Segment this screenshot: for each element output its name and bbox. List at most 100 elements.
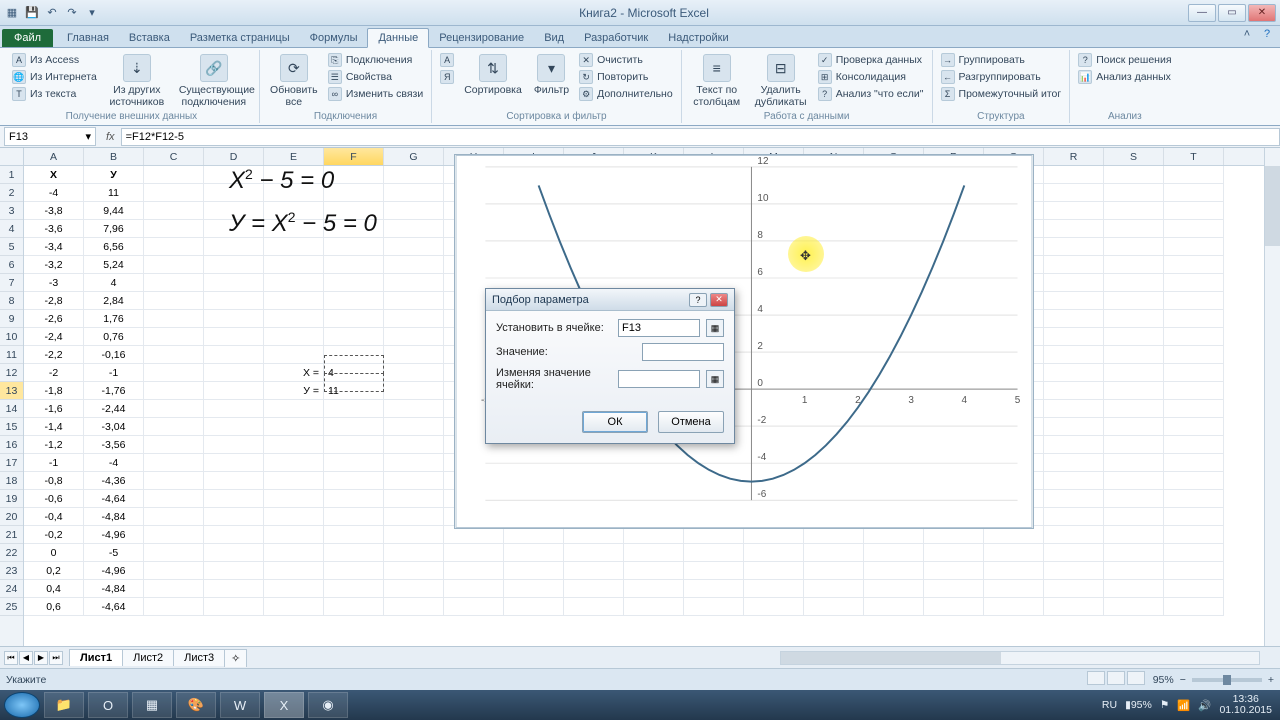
minimize-button[interactable]: — — [1188, 4, 1216, 22]
dialog-help-button[interactable]: ? — [689, 293, 707, 307]
text-to-columns-button[interactable]: ≡Текст по столбцам — [688, 52, 746, 110]
existing-connections-button[interactable]: 🔗Существующие подключения — [175, 52, 253, 110]
from-access-button[interactable]: AИз Access — [10, 52, 99, 68]
tab-formulas[interactable]: Формулы — [300, 29, 368, 47]
what-if-button[interactable]: ?Анализ "что если" — [816, 86, 926, 102]
redo-icon[interactable]: ↷ — [64, 5, 80, 21]
taskbar-excel[interactable]: X — [264, 692, 304, 718]
tab-addins[interactable]: Надстройки — [658, 29, 738, 47]
svg-text:2: 2 — [757, 341, 763, 352]
tab-data[interactable]: Данные — [367, 28, 429, 48]
tray-volume-icon[interactable]: 🔊 — [1198, 699, 1211, 712]
sheet-tab-3[interactable]: Лист3 — [173, 649, 225, 666]
zoom-level[interactable]: 95% — [1153, 674, 1174, 686]
sheet-nav-prev-icon[interactable]: ◀ — [19, 651, 33, 665]
sort-az-icon: A — [440, 53, 454, 67]
remove-duplicates-button[interactable]: ⊟Удалить дубликаты — [750, 52, 812, 110]
maximize-button[interactable]: ▭ — [1218, 4, 1246, 22]
data-analysis-button[interactable]: 📊Анализ данных — [1076, 69, 1173, 85]
changing-cell-input[interactable] — [618, 370, 700, 388]
taskbar-app1[interactable]: ▦ — [132, 692, 172, 718]
tray-flag-icon[interactable]: ⚑ — [1160, 699, 1169, 711]
solver-button[interactable]: ?Поиск решения — [1076, 52, 1173, 68]
tab-insert[interactable]: Вставка — [119, 29, 180, 47]
tab-developer[interactable]: Разработчик — [574, 29, 658, 47]
svg-text:3: 3 — [908, 395, 914, 406]
subtotal-button[interactable]: ΣПромежуточный итог — [939, 86, 1064, 102]
taskbar-chrome[interactable]: ◉ — [308, 692, 348, 718]
sheet-nav-first-icon[interactable]: ⏮ — [4, 651, 18, 665]
taskbar-word[interactable]: W — [220, 692, 260, 718]
analysis-icon: 📊 — [1078, 70, 1092, 84]
clear-filter-button[interactable]: ✕Очистить — [577, 52, 675, 68]
sheet-tab-bar: ⏮ ◀ ▶ ⏭ Лист1 Лист2 Лист3 ✧ — [0, 646, 1280, 668]
sort-az-button[interactable]: A — [438, 52, 456, 68]
links-icon: ∞ — [328, 87, 342, 101]
changing-cell-ref-button[interactable]: ▦ — [706, 370, 724, 388]
tray-date[interactable]: 01.10.2015 — [1219, 705, 1272, 716]
taskbar-paint[interactable]: 🎨 — [176, 692, 216, 718]
filter-button[interactable]: ▾Фильтр — [530, 52, 573, 98]
set-cell-input[interactable] — [618, 319, 700, 337]
save-icon[interactable]: 💾 — [24, 5, 40, 21]
excel-icon: ▦ — [4, 5, 20, 21]
qat-more-icon[interactable]: ▾ — [84, 5, 100, 21]
sheet-nav-next-icon[interactable]: ▶ — [34, 651, 48, 665]
reapply-button[interactable]: ↻Повторить — [577, 69, 675, 85]
sheet-tab-1[interactable]: Лист1 — [69, 649, 123, 666]
advanced-filter-button[interactable]: ⚙Дополнительно — [577, 86, 675, 102]
svg-text:-6: -6 — [757, 489, 766, 500]
close-button[interactable]: ✕ — [1248, 4, 1276, 22]
sheet-tab-2[interactable]: Лист2 — [122, 649, 174, 666]
vertical-scrollbar[interactable] — [1264, 148, 1280, 646]
zoom-in-icon[interactable]: + — [1268, 674, 1274, 686]
start-button[interactable] — [4, 692, 40, 718]
tab-page-layout[interactable]: Разметка страницы — [180, 29, 300, 47]
data-validation-button[interactable]: ✓Проверка данных — [816, 52, 926, 68]
namebox-dropdown-icon[interactable]: ▾ — [85, 130, 91, 143]
edit-links-button[interactable]: ∞Изменить связи — [326, 86, 425, 102]
from-other-sources-button[interactable]: ⇣Из других источников — [103, 52, 171, 110]
fx-icon[interactable]: fx — [100, 131, 121, 143]
ungroup-button[interactable]: ←Разгруппировать — [939, 69, 1064, 85]
consolidate-button[interactable]: ⊞Консолидация — [816, 69, 926, 85]
group-button[interactable]: →Группировать — [939, 52, 1064, 68]
taskbar-explorer[interactable]: 📁 — [44, 692, 84, 718]
view-buttons[interactable] — [1087, 671, 1147, 688]
cancel-button[interactable]: Отмена — [658, 411, 724, 433]
tab-view[interactable]: Вид — [534, 29, 574, 47]
set-cell-ref-button[interactable]: ▦ — [706, 319, 724, 337]
tab-review[interactable]: Рецензирование — [429, 29, 534, 47]
dialog-title: Подбор параметра — [492, 294, 589, 306]
taskbar-opera[interactable]: O — [88, 692, 128, 718]
connections-button[interactable]: ⎘Подключения — [326, 52, 425, 68]
tab-home[interactable]: Главная — [57, 29, 119, 47]
to-value-input[interactable] — [642, 343, 724, 361]
group-sort-filter-label: Сортировка и фильтр — [438, 111, 675, 123]
sheet-nav-last-icon[interactable]: ⏭ — [49, 651, 63, 665]
from-text-button[interactable]: TИз текста — [10, 86, 99, 102]
file-tab[interactable]: Файл — [2, 29, 53, 47]
zoom-out-icon[interactable]: − — [1180, 674, 1186, 686]
help-icon[interactable]: ? — [1260, 28, 1274, 42]
svg-text:-4: -4 — [757, 452, 766, 463]
horizontal-scrollbar[interactable] — [780, 651, 1260, 665]
dialog-close-button[interactable]: ✕ — [710, 293, 728, 307]
tray-network-icon[interactable]: 📶 — [1177, 699, 1190, 712]
undo-icon[interactable]: ↶ — [44, 5, 60, 21]
properties-button[interactable]: ☰Свойства — [326, 69, 425, 85]
from-web-button[interactable]: 🌐Из Интернета — [10, 69, 99, 85]
name-box[interactable]: F13▾ — [4, 127, 96, 146]
new-sheet-button[interactable]: ✧ — [224, 649, 247, 667]
clear-icon: ✕ — [579, 53, 593, 67]
ribbon-minimize-icon[interactable]: ˄ — [1240, 28, 1254, 42]
sort-button[interactable]: ⇅Сортировка — [460, 52, 526, 98]
text-file-icon: T — [12, 87, 26, 101]
sort-za-button[interactable]: Я — [438, 69, 456, 85]
tray-lang[interactable]: RU — [1102, 699, 1117, 711]
formula-input[interactable]: =F12*F12-5 — [121, 128, 1280, 146]
refresh-all-button[interactable]: ⟳Обновить все — [266, 52, 322, 110]
ok-button[interactable]: ОК — [582, 411, 648, 433]
tray-battery-icon[interactable]: ▮95% — [1125, 699, 1152, 711]
svg-text:0: 0 — [757, 378, 763, 389]
